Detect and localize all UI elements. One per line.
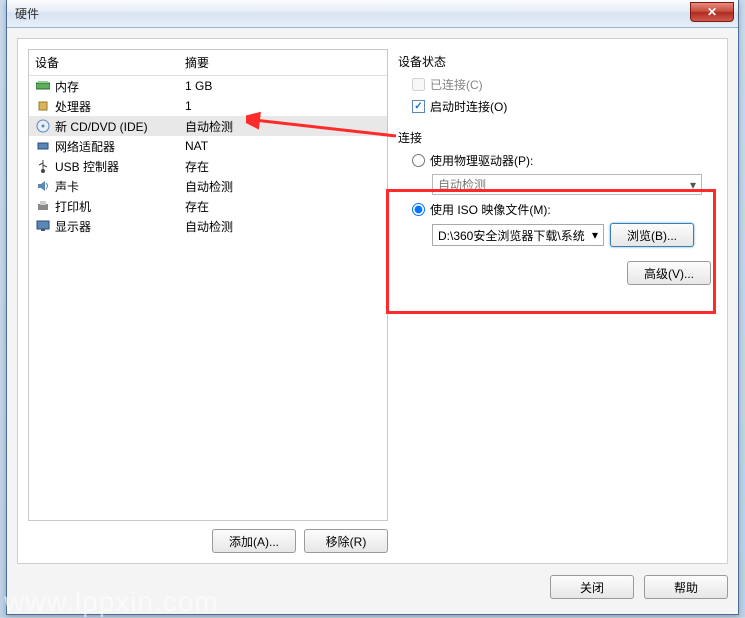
- device-name: 打印机: [55, 198, 91, 215]
- device-summary: 自动检测: [185, 218, 381, 235]
- device-list-header: 设备 摘要: [29, 50, 387, 76]
- header-device: 设备: [35, 54, 185, 71]
- device-summary: 存在: [185, 198, 381, 215]
- device-summary: 存在: [185, 158, 381, 175]
- device-list[interactable]: 设备 摘要 内存 1 GB: [28, 49, 388, 521]
- device-summary: 自动检测: [185, 118, 381, 135]
- browse-button[interactable]: 浏览(B)...: [610, 223, 694, 247]
- table-row[interactable]: 处理器 1: [29, 96, 387, 116]
- group-title-status: 设备状态: [398, 53, 717, 70]
- device-summary: 自动检测: [185, 178, 381, 195]
- close-icon: ✕: [707, 5, 717, 19]
- device-summary: 1: [185, 99, 381, 113]
- remove-button[interactable]: 移除(R): [304, 529, 388, 553]
- header-summary: 摘要: [185, 54, 381, 71]
- table-row[interactable]: 打印机 存在: [29, 196, 387, 216]
- add-button[interactable]: 添加(A)...: [212, 529, 296, 553]
- chevron-down-icon: ▾: [592, 228, 598, 242]
- titlebar: 硬件 ✕: [7, 0, 738, 28]
- iso-path-combo[interactable]: D:\360安全浏览器下载\系统 ▾: [432, 224, 604, 246]
- monitor-icon: [35, 218, 51, 234]
- device-name: 网络适配器: [55, 138, 115, 155]
- cd-icon: [35, 118, 51, 134]
- checkbox-connected: 已连接(C): [412, 76, 717, 93]
- radio-iso-input[interactable]: [412, 203, 425, 216]
- table-row[interactable]: 网络适配器 NAT: [29, 136, 387, 156]
- device-summary: NAT: [185, 139, 381, 153]
- radio-physical-input[interactable]: [412, 154, 425, 167]
- advanced-button[interactable]: 高级(V)...: [627, 261, 711, 285]
- network-icon: [35, 138, 51, 154]
- sound-icon: [35, 178, 51, 194]
- usb-icon: [35, 158, 51, 174]
- memory-icon: [35, 78, 51, 94]
- physical-drive-combo: 自动检测 ▾: [432, 174, 702, 195]
- table-row[interactable]: 声卡 自动检测: [29, 176, 387, 196]
- close-dialog-button[interactable]: 关闭: [550, 575, 634, 599]
- device-name: 新 CD/DVD (IDE): [55, 118, 148, 135]
- device-name: 处理器: [55, 98, 91, 115]
- window-title: 硬件: [15, 5, 39, 22]
- checkbox-connect-on-power[interactable]: ✓ 启动时连接(O): [412, 98, 717, 115]
- help-button[interactable]: 帮助: [644, 575, 728, 599]
- content-panel: 设备 摘要 内存 1 GB: [17, 38, 728, 564]
- device-name: USB 控制器: [55, 158, 119, 175]
- device-name: 内存: [55, 78, 79, 95]
- table-row[interactable]: 新 CD/DVD (IDE) 自动检测: [29, 116, 387, 136]
- radio-iso[interactable]: 使用 ISO 映像文件(M):: [412, 201, 717, 218]
- table-row[interactable]: USB 控制器 存在: [29, 156, 387, 176]
- printer-icon: [35, 198, 51, 214]
- connection-group: 连接 使用物理驱动器(P): 自动检测 ▾ 使用 ISO 映像文件(M):: [398, 129, 717, 285]
- group-title-connection: 连接: [398, 129, 717, 146]
- table-row[interactable]: 内存 1 GB: [29, 76, 387, 96]
- device-name: 声卡: [55, 178, 79, 195]
- close-button[interactable]: ✕: [690, 2, 734, 22]
- dialog-footer: 关闭 帮助: [17, 570, 728, 604]
- device-summary: 1 GB: [185, 79, 381, 93]
- table-row[interactable]: 显示器 自动检测: [29, 216, 387, 236]
- chevron-down-icon: ▾: [690, 178, 696, 192]
- cpu-icon: [35, 98, 51, 114]
- device-name: 显示器: [55, 218, 91, 235]
- checked-icon: ✓: [412, 100, 425, 113]
- checkbox-connected-input: [412, 78, 425, 91]
- device-status-group: 设备状态 已连接(C) ✓ 启动时连接(O): [398, 53, 717, 115]
- radio-physical[interactable]: 使用物理驱动器(P):: [412, 152, 717, 169]
